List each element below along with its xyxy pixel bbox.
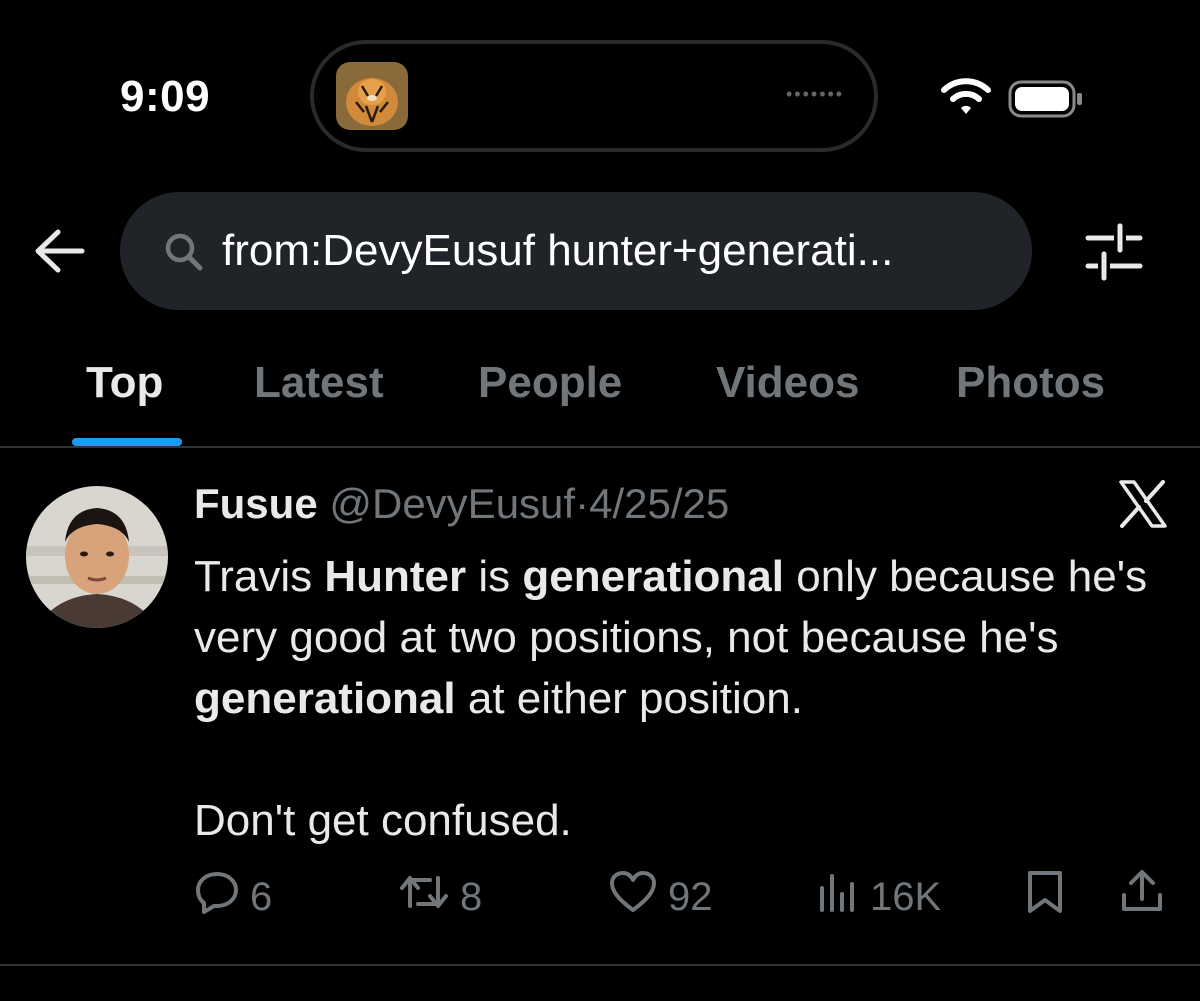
tab-people[interactable]: People — [478, 358, 622, 408]
like-button[interactable]: 92 — [608, 870, 713, 924]
retweet-button[interactable]: 8 — [398, 872, 482, 922]
author-name[interactable]: Fusue — [194, 480, 318, 527]
x-logo-icon — [1118, 480, 1168, 533]
share-button[interactable] — [1120, 869, 1164, 925]
views-button[interactable]: 16K — [816, 872, 941, 922]
retweet-icon — [398, 870, 450, 924]
like-count: 92 — [668, 874, 713, 919]
text-run: at either position. — [455, 674, 803, 723]
tweet-paragraph: Travis Hunter is generational only becau… — [194, 546, 1174, 729]
highlight-term: generational — [194, 674, 456, 723]
bookmark-icon — [1024, 869, 1066, 925]
heart-icon — [608, 870, 658, 924]
live-activity-thumbnail — [336, 62, 408, 130]
tweet-paragraph: Don't get confused. — [194, 796, 572, 845]
search-icon — [164, 232, 204, 277]
island-indicator-dots: ••••••• — [786, 84, 845, 104]
search-filter-icon[interactable] — [1082, 222, 1146, 287]
status-time: 9:09 — [120, 72, 211, 121]
tab-latest[interactable]: Latest — [254, 358, 384, 408]
back-arrow-icon[interactable] — [32, 226, 86, 281]
header-separator: · — [575, 480, 590, 527]
bookmark-button[interactable] — [1024, 869, 1066, 925]
analytics-icon — [816, 870, 860, 924]
reply-icon — [194, 870, 240, 924]
views-count: 16K — [870, 874, 942, 919]
reply-count: 6 — [250, 874, 273, 919]
tabs-divider — [0, 446, 1200, 448]
battery-icon — [1008, 80, 1084, 123]
tweet-divider — [0, 964, 1200, 966]
avatar[interactable] — [26, 486, 168, 628]
tab-photos[interactable]: Photos — [956, 358, 1105, 408]
text-run: is — [466, 552, 523, 601]
highlight-term: generational — [522, 552, 785, 601]
tweet-date[interactable]: 4/25/25 — [589, 480, 729, 527]
share-icon — [1120, 869, 1164, 925]
text-run: Travis — [194, 552, 325, 601]
tab-top[interactable]: Top — [86, 358, 163, 408]
tab-videos[interactable]: Videos — [716, 358, 859, 408]
tweet-text: Travis Hunter is generational only becau… — [194, 546, 1174, 851]
reply-button[interactable]: 6 — [194, 872, 272, 922]
tweet-header: Fusue @DevyEusuf·4/25/25 — [194, 480, 729, 528]
author-handle[interactable]: @DevyEusuf — [329, 480, 575, 527]
wifi-icon — [940, 76, 992, 121]
search-input[interactable]: from:DevyEusuf hunter+generati... — [222, 226, 893, 276]
active-tab-indicator — [72, 438, 182, 446]
highlight-term: Hunter — [324, 552, 467, 601]
retweet-count: 8 — [460, 874, 483, 919]
